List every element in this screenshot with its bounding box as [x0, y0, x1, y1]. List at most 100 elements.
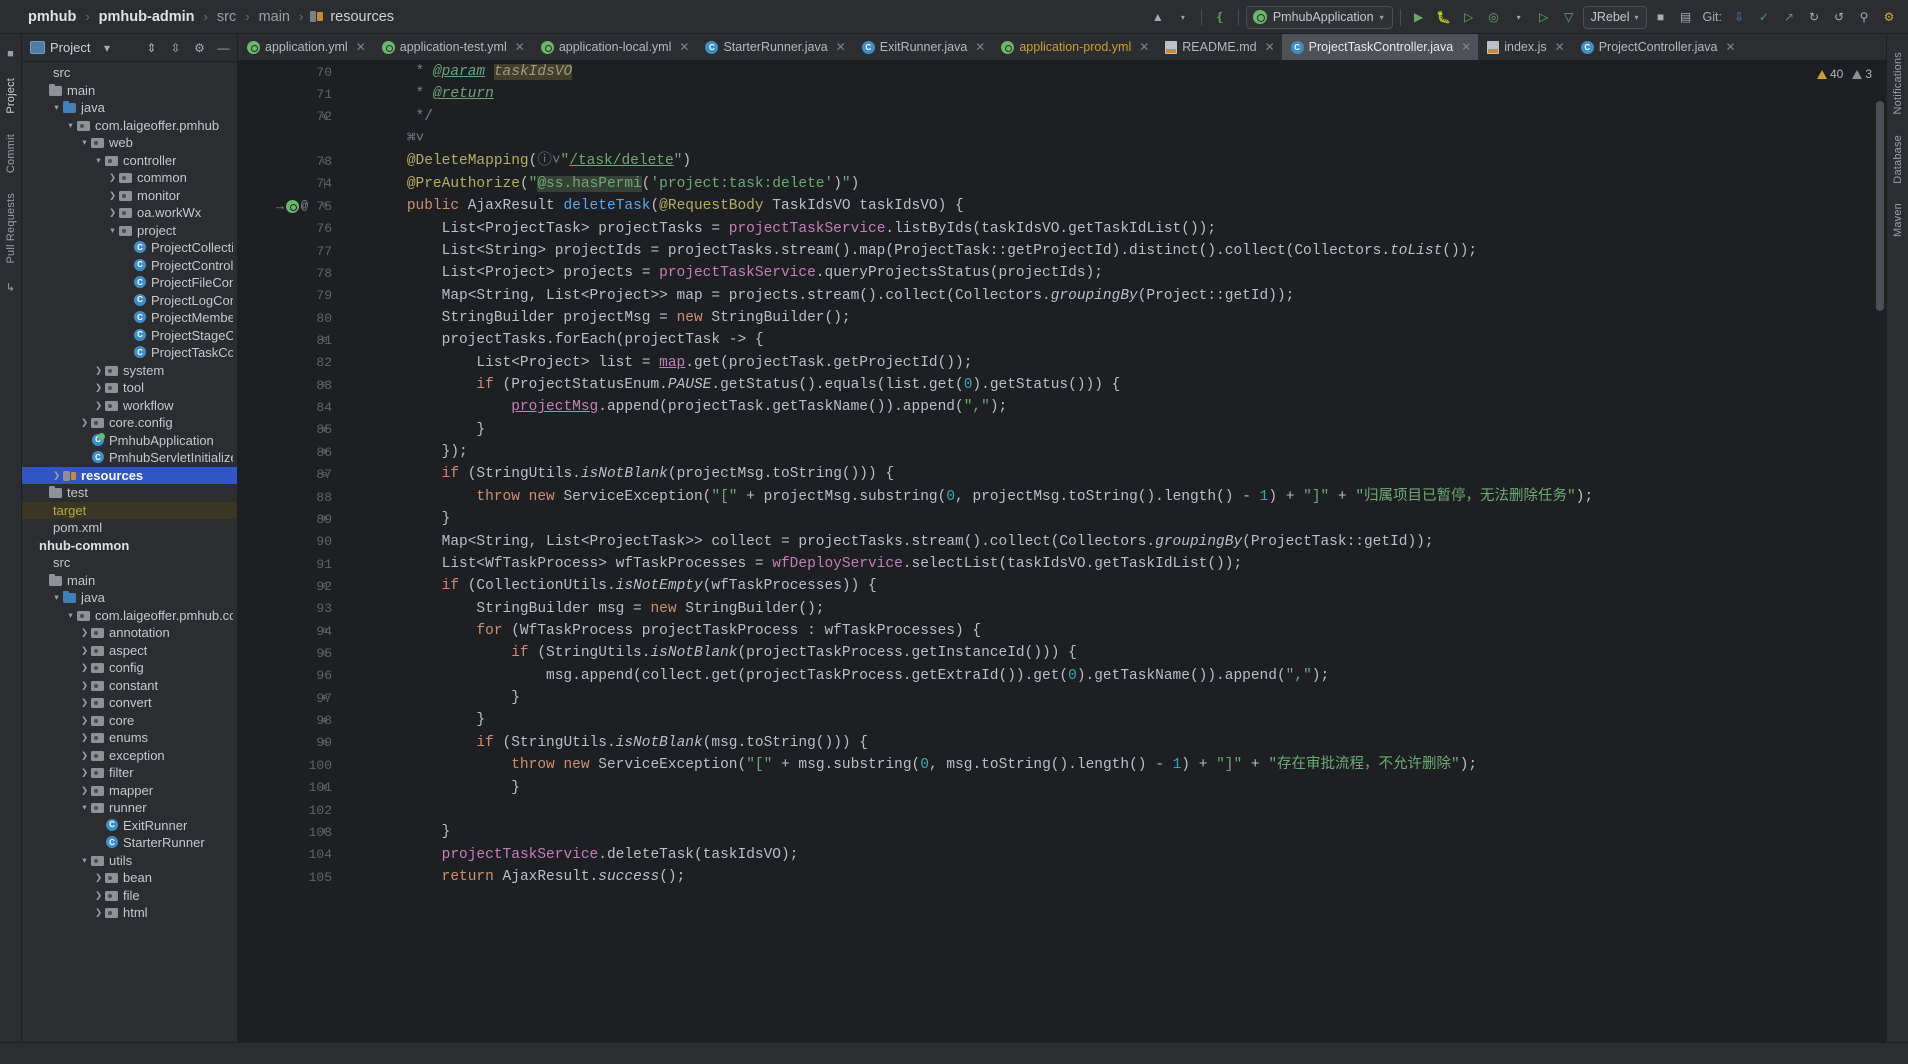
code-fold-icon[interactable]: │	[322, 179, 327, 189]
code-fold-icon[interactable]: ⊕	[322, 112, 327, 122]
run-gutter-icon[interactable]: →	[276, 199, 284, 214]
code-line[interactable]: * @param taskIdsVO	[338, 61, 1886, 83]
code-line[interactable]: Map<String, List<Project>> map = project…	[338, 285, 1886, 307]
code-fold-icon[interactable]: ⊕	[322, 514, 327, 524]
code-fold-icon[interactable]: ⊖	[322, 335, 327, 345]
gear-icon[interactable]: ⚙	[190, 38, 209, 57]
git-commit-icon[interactable]: ✓	[1753, 6, 1775, 28]
chevron-right-icon[interactable]: ❯	[78, 645, 91, 656]
code-fold-icon[interactable]: ⊕	[322, 693, 327, 703]
tree-node[interactable]: ▾com.laigeoffer.pmhub	[22, 117, 237, 135]
chevron-down-icon[interactable]: ▾	[64, 120, 77, 131]
tree-node[interactable]: ❯aspect	[22, 642, 237, 660]
chevron-right-icon[interactable]: ❯	[92, 890, 105, 901]
code-line[interactable]: if (StringUtils.isNotBlank(msg.toString(…	[338, 732, 1886, 754]
code-line[interactable]: for (WfTaskProcess projectTaskProcess : …	[338, 620, 1886, 642]
chevron-down-icon[interactable]: ▾	[64, 610, 77, 621]
chevron-down-icon[interactable]: ▾	[1172, 6, 1194, 28]
gutter-row[interactable]: 93	[238, 598, 338, 620]
gutter-row[interactable]: 104	[238, 844, 338, 866]
run-with-coverage-icon[interactable]: ▷	[1458, 6, 1480, 28]
code-line[interactable]: List<String> projectIds = projectTasks.s…	[338, 240, 1886, 262]
tree-node[interactable]: ▾java	[22, 99, 237, 117]
code-fold-icon[interactable]: ⊖	[322, 626, 327, 636]
gutter-row[interactable]: 102	[238, 799, 338, 821]
gutter-marks[interactable]: →@	[276, 199, 308, 214]
tree-node[interactable]: ▾web	[22, 134, 237, 152]
tree-node[interactable]: ❯oa.workWx	[22, 204, 237, 222]
settings-icon[interactable]: ⚙	[1878, 6, 1900, 28]
tree-node[interactable]: ❯enums	[22, 729, 237, 747]
code-fold-icon[interactable]: ⊖	[322, 157, 327, 167]
tree-node[interactable]: ❯tool	[22, 379, 237, 397]
tree-node[interactable]: target	[22, 502, 237, 520]
tree-node[interactable]: ▾java	[22, 589, 237, 607]
chevron-right-icon[interactable]: ❯	[92, 872, 105, 883]
gutter-row[interactable]: 94⊖	[238, 620, 338, 642]
gutter-row[interactable]: 83⊖	[238, 374, 338, 396]
breadcrumb-item-project[interactable]: pmhub	[26, 9, 78, 25]
tree-node[interactable]: ❯filter	[22, 764, 237, 782]
close-icon[interactable]: ✕	[1555, 40, 1565, 54]
code-line[interactable]: StringBuilder projectMsg = new StringBui…	[338, 307, 1886, 329]
tree-node[interactable]: main	[22, 82, 237, 100]
chevron-down-icon[interactable]: ▾	[50, 592, 63, 603]
breadcrumb-item-module[interactable]: pmhub-admin	[97, 9, 197, 25]
code-fold-icon[interactable]: ⊕	[322, 447, 327, 457]
gutter-row[interactable]: 86⊕	[238, 441, 338, 463]
editor-gutter[interactable]: 707172⊕73⊖74│→@75⊖767778798081⊖8283⊖8485…	[238, 61, 338, 1042]
chevron-right-icon[interactable]: ❯	[78, 767, 91, 778]
gutter-row[interactable]: 99⊖	[238, 732, 338, 754]
chevron-right-icon[interactable]: ❯	[78, 750, 91, 761]
code-line[interactable]: }	[338, 508, 1886, 530]
tree-node[interactable]: ▾project	[22, 222, 237, 240]
tree-node[interactable]: ❯constant	[22, 677, 237, 695]
gutter-row[interactable]: 105	[238, 866, 338, 888]
gutter-row[interactable]: 85⊕	[238, 419, 338, 441]
code-line[interactable]: List<WfTaskProcess> wfTaskProcesses = wf…	[338, 553, 1886, 575]
code-fold-icon[interactable]: ⊖	[322, 581, 327, 591]
gutter-row[interactable]: 97⊕	[238, 687, 338, 709]
gutter-row[interactable]: 96	[238, 665, 338, 687]
updates-icon[interactable]: ▲	[1147, 6, 1169, 28]
tree-node[interactable]: ▾com.laigeoffer.pmhub.common	[22, 607, 237, 625]
gutter-row[interactable]: 91	[238, 553, 338, 575]
gutter-row[interactable]: 84	[238, 396, 338, 418]
code-line[interactable]: List<Project> projects = projectTaskServ…	[338, 262, 1886, 284]
code-line[interactable]: }	[338, 419, 1886, 441]
project-tool-icon[interactable]: ■	[3, 46, 19, 62]
tree-node[interactable]: ❯bean	[22, 869, 237, 887]
tree-node[interactable]: ❯system	[22, 362, 237, 380]
gutter-row[interactable]: 101⊕	[238, 777, 338, 799]
code-fold-icon[interactable]: ⊕	[322, 425, 327, 435]
terminal-icon[interactable]: ↳	[3, 279, 19, 295]
code-fold-icon[interactable]: ⊖	[322, 470, 327, 480]
chevron-down-icon[interactable]: ▾	[92, 155, 105, 166]
jrebel-selector[interactable]: JRebel ▾	[1583, 6, 1647, 29]
editor-scrollbar[interactable]	[1873, 61, 1886, 1042]
chevron-right-icon[interactable]: ❯	[78, 732, 91, 743]
code-line[interactable]: projectMsg.append(projectTask.getTaskNam…	[338, 396, 1886, 418]
branch-icon[interactable]: ❴	[1209, 6, 1231, 28]
breadcrumb-item-resources[interactable]: resources	[328, 9, 396, 25]
tree-node[interactable]: PmhubServletInitializer	[22, 449, 237, 467]
run-configuration-selector[interactable]: PmhubApplication ▾	[1246, 6, 1393, 29]
code-line[interactable]: public AjaxResult deleteTask(@RequestBod…	[338, 195, 1886, 217]
chevron-right-icon[interactable]: ❯	[50, 470, 63, 481]
code-line[interactable]: * @return	[338, 83, 1886, 105]
chevron-right-icon[interactable]: ❯	[78, 785, 91, 796]
code-line[interactable]: Map<String, List<ProjectTask>> collect =…	[338, 531, 1886, 553]
breadcrumb-item-src[interactable]: src	[215, 9, 238, 25]
tree-node[interactable]: main	[22, 572, 237, 590]
tree-node[interactable]: ❯resources	[22, 467, 237, 485]
tree-node[interactable]: ▾controller	[22, 152, 237, 170]
gutter-row[interactable]: 89⊕	[238, 508, 338, 530]
chevron-down-icon[interactable]: ▾	[78, 855, 91, 866]
profiler-icon[interactable]: ◎	[1483, 6, 1505, 28]
gutter-row[interactable]: 90	[238, 531, 338, 553]
editor-tab[interactable]: CStarterRunner.java✕	[696, 34, 852, 60]
code-line[interactable]: });	[338, 441, 1886, 463]
editor-tab[interactable]: index.js✕	[1478, 34, 1571, 60]
gutter-row[interactable]: 95⊖	[238, 642, 338, 664]
editor-tab[interactable]: CProjectTaskController.java✕	[1282, 34, 1479, 60]
